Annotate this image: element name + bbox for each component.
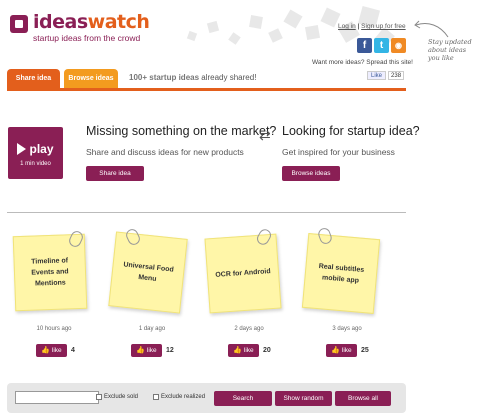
divider — [7, 212, 406, 213]
search-input[interactable] — [15, 391, 99, 404]
browse-ideas-button[interactable]: Browse ideas — [282, 166, 340, 181]
like-count: 4 — [71, 347, 75, 354]
thumbs-up-icon: 👍 — [41, 347, 51, 354]
account-links: Log in | Sign up for free — [338, 23, 406, 30]
idea-title: Real subtitles mobile app — [318, 262, 365, 285]
search-bar: Exclude sold Exclude realized Search Sho… — [7, 383, 406, 413]
show-random-button[interactable]: Show random — [275, 391, 332, 406]
logo-icon — [10, 15, 28, 33]
like-button[interactable]: 👍 like — [326, 344, 357, 357]
checkbox-box[interactable] — [153, 394, 159, 400]
logo-name: ideaswatch — [33, 11, 150, 33]
ideas-count-headline: 100+ startup ideas already shared! — [129, 73, 257, 82]
exclude-sold-checkbox[interactable]: Exclude sold — [96, 394, 138, 400]
handwritten-note: Stay updated about ideas you like — [428, 38, 472, 62]
video-button[interactable]: play 1 min video — [8, 127, 63, 179]
checkbox-box[interactable] — [96, 394, 102, 400]
idea-title: Universal Food Menu — [123, 260, 175, 283]
spread-text: Want more ideas? Spread this site! — [312, 59, 413, 66]
refresh-icon: ⇄ — [259, 127, 271, 143]
browse-heading: Looking for startup idea? — [282, 124, 420, 138]
logo[interactable]: ideaswatch startup ideas from the crowd — [10, 11, 150, 43]
like-control: 👍 like 20 — [228, 344, 271, 357]
search-button[interactable]: Search — [214, 391, 272, 406]
like-control: 👍 like 12 — [131, 344, 174, 357]
twitter-icon[interactable]: t — [374, 38, 389, 53]
idea-timestamp: 2 days ago — [234, 326, 264, 332]
play-icon — [17, 143, 27, 155]
thumbs-up-icon: 👍 — [136, 347, 146, 354]
idea-note[interactable]: Real subtitles mobile app — [301, 233, 381, 314]
like-button[interactable]: 👍 like — [131, 344, 162, 357]
logo-tagline: startup ideas from the crowd — [33, 33, 141, 43]
like-count: 25 — [361, 347, 369, 354]
exclude-sold-label: Exclude sold — [104, 394, 139, 400]
like-button[interactable]: 👍 like — [228, 344, 259, 357]
like-button[interactable]: 👍 like — [36, 344, 67, 357]
tab-share-idea[interactable]: Share idea — [7, 69, 60, 88]
share-idea-button[interactable]: Share idea — [86, 166, 144, 181]
login-link[interactable]: Log in — [338, 23, 356, 30]
like-count: 20 — [263, 347, 271, 354]
idea-timestamp: 1 day ago — [138, 326, 166, 332]
play-label: play — [29, 142, 54, 156]
idea-note[interactable]: OCR for Android — [204, 233, 282, 314]
social-links: f t ◉ — [357, 38, 406, 53]
tab-bar: Share idea Browse ideas 100+ startup ide… — [7, 69, 406, 91]
like-count: 12 — [166, 347, 174, 354]
browse-subheading: Get inspired for your business — [282, 147, 395, 157]
like-control: 👍 like 25 — [326, 344, 369, 357]
idea-timestamp: 3 days ago — [332, 326, 362, 332]
thumbs-up-icon: 👍 — [331, 347, 341, 354]
link-separator: | — [357, 23, 360, 30]
thumbs-up-icon: 👍 — [233, 347, 243, 354]
facebook-icon[interactable]: f — [357, 38, 372, 53]
signup-link[interactable]: Sign up for free — [361, 23, 405, 30]
idea-title: OCR for Android — [215, 268, 271, 279]
exclude-realized-checkbox[interactable]: Exclude realized — [153, 394, 205, 400]
idea-title: Timeline of Events and Mentions — [31, 257, 69, 288]
idea-timestamp: 10 hours ago — [36, 326, 72, 332]
idea-note[interactable]: Universal Food Menu — [108, 231, 188, 314]
browse-all-button[interactable]: Browse all — [335, 391, 391, 406]
exclude-realized-label: Exclude realized — [161, 394, 206, 400]
tab-browse-ideas[interactable]: Browse ideas — [64, 69, 118, 88]
share-subheading: Share and discuss ideas for new products — [86, 147, 244, 157]
share-heading: Missing something on the market? — [86, 124, 277, 138]
video-duration: 1 min video — [20, 161, 51, 167]
rss-icon[interactable]: ◉ — [391, 38, 406, 53]
like-control: 👍 like 4 — [36, 344, 75, 357]
